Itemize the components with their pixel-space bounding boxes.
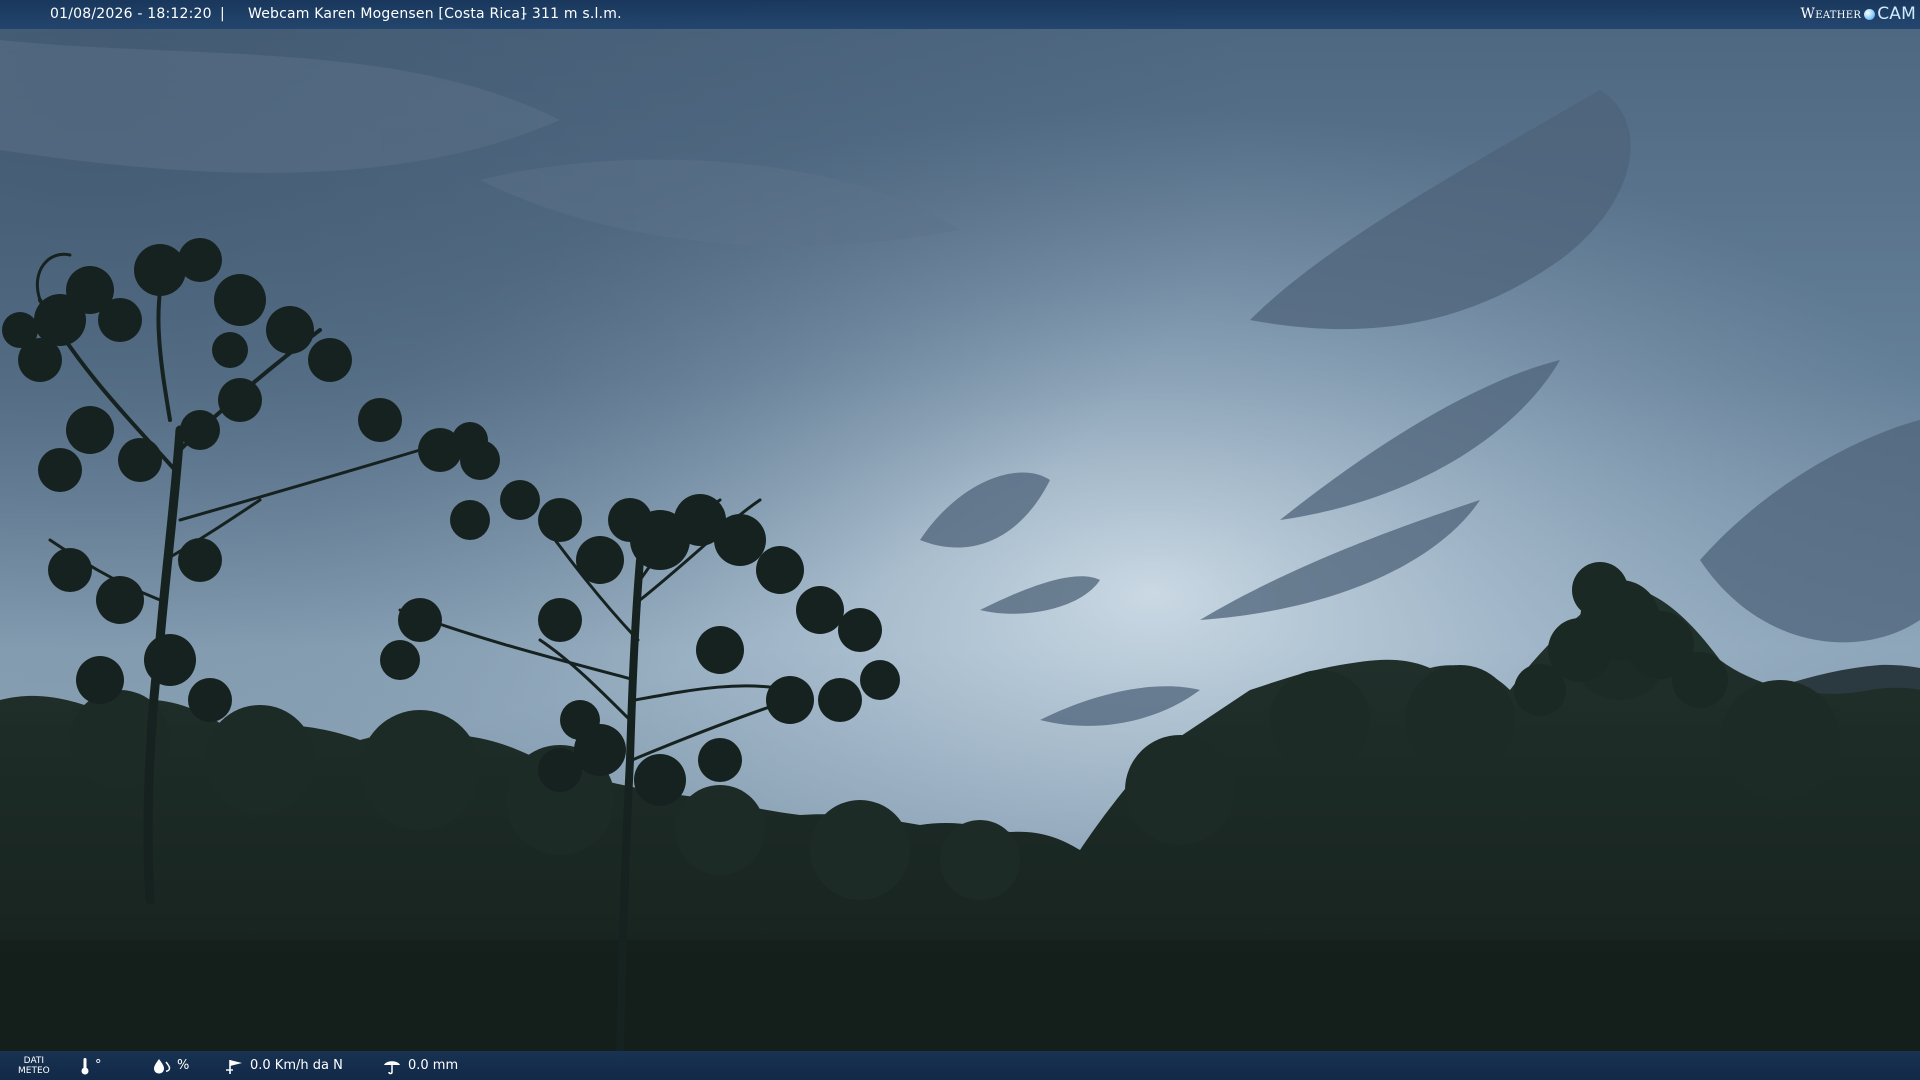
logo-globe-icon — [1864, 9, 1876, 20]
rain-reading: 0.0 mm — [383, 1051, 458, 1080]
dati-label-line2: METEO — [18, 1065, 50, 1076]
header-separator: | — [220, 6, 225, 22]
webcam-title: Webcam Karen Mogensen [Costa Rica] — [248, 6, 526, 22]
thermometer-icon — [80, 1057, 90, 1075]
temperature-reading: ° — [80, 1051, 102, 1080]
dati-label-line1: DATI — [23, 1055, 45, 1066]
wind-value: 0.0 Km/h da N — [250, 1058, 343, 1073]
weathercam-logo: Weather CAM — [1801, 0, 1916, 29]
humidity-value: % — [177, 1058, 190, 1073]
webcam-image — [0, 0, 1920, 1080]
rain-icon — [383, 1057, 403, 1075]
datetime-text: 01/08/2026 - 18:12:20 — [50, 6, 212, 22]
weather-data-bar: DATI METEO ° % 0.0 Km/h da N 0.0 mm — [0, 1051, 1920, 1080]
logo-word: Weather — [1800, 6, 1862, 22]
webcam-frame: 01/08/2026 - 18:12:20 | Webcam Karen Mog… — [0, 0, 1920, 1080]
elevation-text: - 311 m s.l.m. — [522, 6, 622, 22]
wind-icon — [225, 1057, 245, 1075]
dati-meteo-label: DATI METEO — [18, 1051, 50, 1080]
rain-value: 0.0 mm — [408, 1058, 459, 1073]
humidity-icon — [152, 1057, 172, 1075]
top-info-bar: 01/08/2026 - 18:12:20 | Webcam Karen Mog… — [0, 0, 1920, 29]
logo-suffix: CAM — [1877, 4, 1916, 24]
temperature-value: ° — [95, 1058, 102, 1073]
wind-reading: 0.0 Km/h da N — [225, 1051, 343, 1080]
humidity-reading: % — [152, 1051, 189, 1080]
